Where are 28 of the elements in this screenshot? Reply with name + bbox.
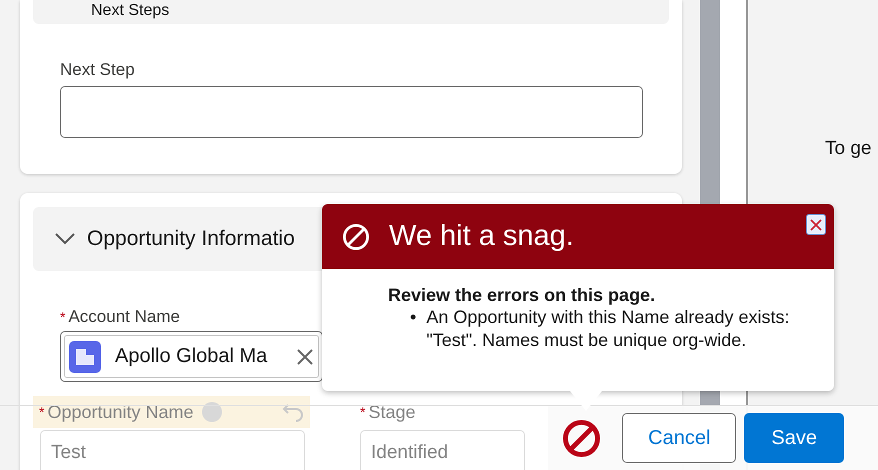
- required-asterisk: *: [60, 309, 66, 325]
- panel-text: To ge: [825, 138, 872, 159]
- error-heading: Review the errors on this page.: [388, 285, 656, 306]
- section-header[interactable]: Next Steps: [33, 0, 669, 24]
- next-step-input[interactable]: [60, 86, 643, 138]
- cancel-button[interactable]: Cancel: [622, 413, 736, 463]
- close-button[interactable]: [806, 214, 826, 235]
- close-icon: [810, 218, 822, 230]
- field-label: Account Name: [68, 307, 180, 327]
- section-title: Opportunity Informatio: [87, 227, 295, 251]
- bullet: •: [410, 306, 416, 329]
- building-icon: [69, 340, 101, 372]
- required-asterisk: *: [39, 404, 44, 420]
- field-label: Next Step: [60, 60, 136, 80]
- opportunity-name-input[interactable]: Test: [40, 430, 305, 470]
- clear-icon[interactable]: [296, 348, 314, 366]
- stage-select[interactable]: Identified: [360, 430, 525, 470]
- account-lookup-field[interactable]: Apollo Global Ma: [60, 331, 323, 382]
- field-label: Opportunity Name: [47, 402, 194, 422]
- field-label: Stage: [368, 402, 416, 422]
- popover-title: We hit a snag.: [389, 220, 574, 253]
- required-asterisk: *: [360, 404, 366, 420]
- account-value: Apollo Global Ma: [115, 345, 268, 368]
- ban-icon: [343, 224, 369, 250]
- save-button[interactable]: Save: [744, 413, 844, 463]
- error-message: An Opportunity with this Name already exists: "Test". Names must be unique org-wide.: [426, 306, 790, 352]
- chevron-icon: [55, 233, 75, 245]
- error-icon: [563, 420, 600, 456]
